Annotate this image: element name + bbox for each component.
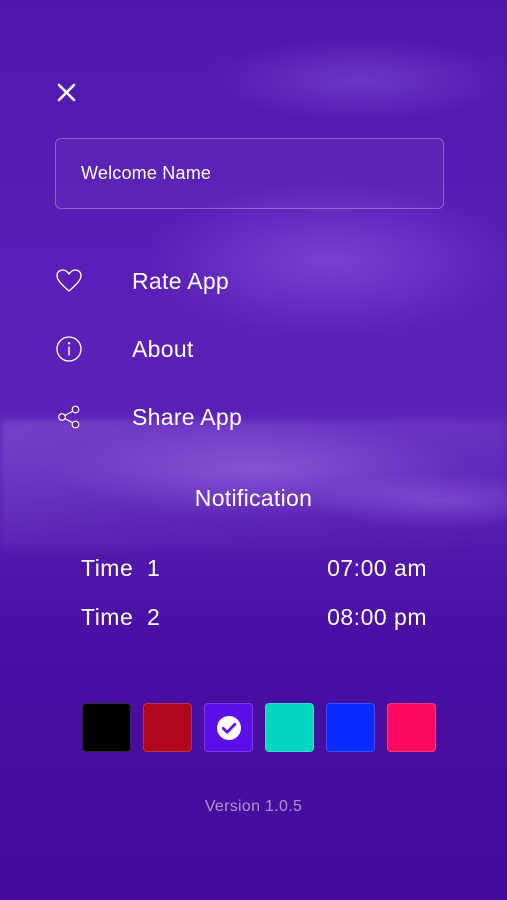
menu-item-rate-app[interactable]: Rate App — [55, 261, 355, 301]
time-value: 07:00 am — [327, 554, 427, 581]
theme-color-picker — [82, 703, 436, 752]
notification-time-2[interactable]: Time 2 08:00 pm — [81, 600, 427, 634]
menu-item-label: Rate App — [132, 267, 230, 294]
version-label: Version 1.0.5 — [204, 798, 303, 815]
notification-heading: Notification — [194, 485, 313, 511]
color-swatch-teal[interactable] — [265, 703, 314, 752]
color-swatch-blue[interactable] — [326, 703, 375, 752]
welcome-name-field[interactable]: Welcome Name — [55, 138, 444, 209]
notification-time-1[interactable]: Time 1 07:00 am — [81, 551, 427, 585]
color-swatch-purple[interactable] — [204, 703, 253, 752]
color-swatch-pink[interactable] — [387, 703, 436, 752]
time-label: Time 1 — [81, 554, 161, 581]
heart-icon — [55, 266, 85, 296]
info-icon — [55, 334, 85, 364]
close-icon — [57, 83, 76, 102]
menu-item-label: Share App — [132, 403, 243, 430]
share-icon — [55, 402, 85, 432]
close-button[interactable] — [52, 78, 82, 108]
color-swatch-black[interactable] — [82, 703, 131, 752]
menu-item-label: About — [132, 335, 194, 362]
time-value: 08:00 pm — [327, 603, 427, 630]
menu-item-about[interactable]: About — [55, 329, 355, 369]
time-label: Time 2 — [81, 603, 161, 630]
settings-screen: Welcome Name Rate App About Share App No… — [0, 0, 507, 900]
welcome-name-value: Welcome Name — [81, 163, 212, 183]
color-swatch-red[interactable] — [143, 703, 192, 752]
menu-item-share-app[interactable]: Share App — [55, 397, 355, 437]
check-circle-icon — [216, 715, 241, 740]
